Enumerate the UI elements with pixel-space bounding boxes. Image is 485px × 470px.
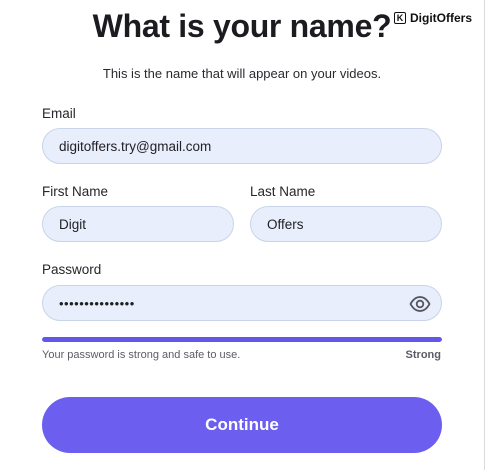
first-name-label: First Name [42, 184, 109, 199]
password-strength-hint: Your password is strong and safe to use. [42, 349, 241, 361]
email-value: digitoffers.try@gmail.com [59, 138, 212, 154]
last-name-label: Last Name [250, 184, 316, 199]
page-subtitle: This is the name that will appear on you… [102, 66, 382, 81]
continue-button[interactable]: Continue [42, 397, 442, 453]
last-name-value: Offers [267, 216, 304, 232]
password-label: Password [42, 262, 102, 277]
first-name-value: Digit [59, 216, 87, 232]
email-label: Email [42, 106, 76, 121]
watermark: K DigitOffers [394, 11, 472, 25]
first-name-field[interactable]: Digit [42, 206, 234, 242]
password-strength-bar [42, 337, 442, 342]
last-name-field[interactable]: Offers [250, 206, 442, 242]
password-strength-label: Strong [405, 349, 441, 361]
password-value: ••••••••••••••• [59, 295, 135, 311]
email-field[interactable]: digitoffers.try@gmail.com [42, 128, 442, 164]
signup-panel: What is your name? K DigitOffers This is… [0, 0, 485, 470]
digitoffers-logo-icon: K [394, 12, 406, 24]
eye-icon[interactable] [409, 294, 431, 314]
password-field[interactable]: ••••••••••••••• [42, 285, 442, 321]
watermark-text: DigitOffers [410, 11, 473, 25]
password-strength-fill [42, 337, 442, 342]
